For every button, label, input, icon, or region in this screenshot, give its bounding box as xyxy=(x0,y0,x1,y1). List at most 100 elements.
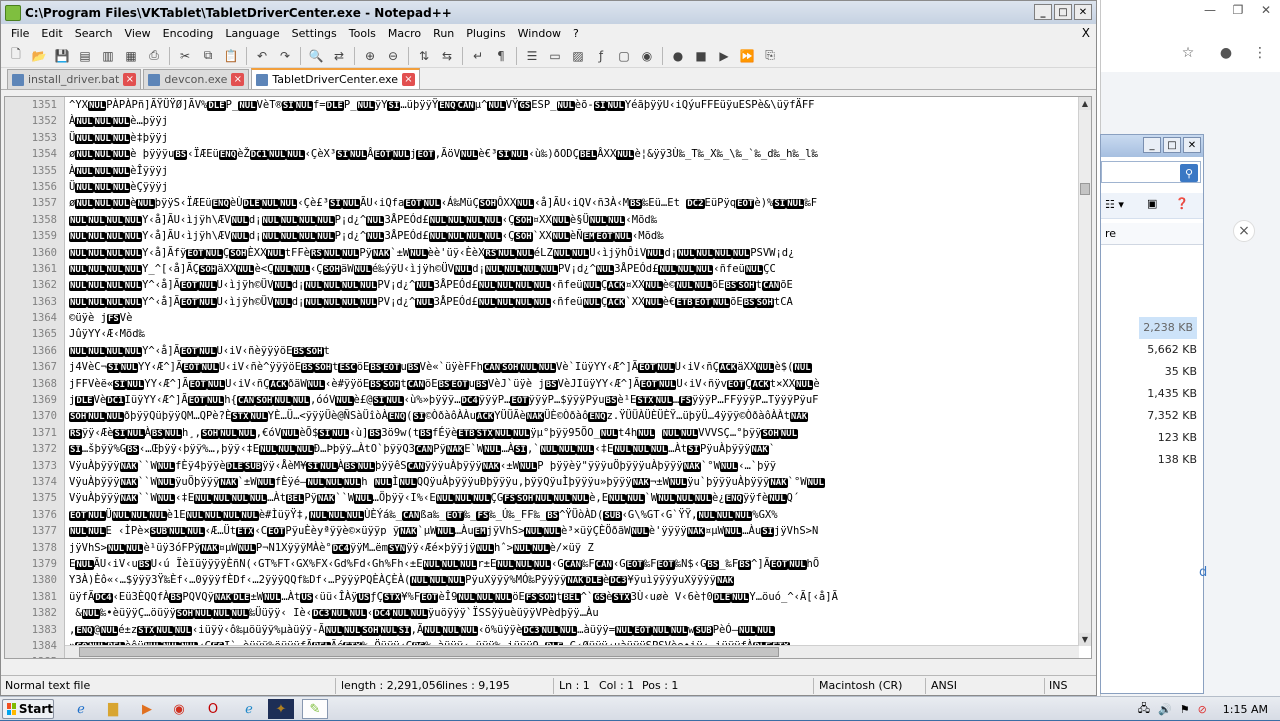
print-icon[interactable]: ⎙ xyxy=(143,46,165,66)
status-encoding[interactable]: ANSI xyxy=(931,679,957,692)
menu-macro[interactable]: Macro xyxy=(382,24,427,44)
editor-line[interactable]: 1362 NUL NUL NUL NULY^‹å]ÃEOT NULU‹ìjÿh©ÜVNUL… xyxy=(5,277,1080,293)
editor-line[interactable]: 1380 Y3À)Èô«‹…$ÿÿÿ3Ÿ‰Èf‹…0ÿÿÿfÈDf‹…2ÿÿÿQQ… xyxy=(5,572,1080,588)
explorer-search-input[interactable]: ⚲ xyxy=(1101,161,1201,183)
chrome-icon[interactable]: ◉ xyxy=(166,699,192,719)
search-icon[interactable]: ⚲ xyxy=(1180,164,1198,182)
menu-help[interactable]: ? xyxy=(567,24,585,44)
stop-macro-icon[interactable]: ■ xyxy=(690,46,712,66)
close-icon[interactable]: ✕ xyxy=(1183,137,1201,153)
text-editor[interactable]: 1351 ^YXNULPÀPÀPñ]ÃŸÜŸØ]ÃV%DLEP_NULVèT®SI… xyxy=(4,96,1092,659)
editor-line[interactable]: 1370 SOH NUL NULðþÿÿQüþÿÿQM…QPè?ÈSTX NULYÈ…Ü… xyxy=(5,408,1080,424)
link-fragment[interactable]: d xyxy=(1199,565,1207,580)
minimize-icon[interactable]: — xyxy=(1196,0,1224,20)
tablet-app-icon[interactable]: ✦ xyxy=(268,699,294,719)
open-file-icon[interactable]: 📂 xyxy=(28,46,50,66)
record-macro-icon[interactable]: ● xyxy=(667,46,689,66)
close-tab-icon[interactable]: × xyxy=(123,73,137,86)
editor-line[interactable]: 1373 VÿuÀþÿÿÿNAK``WNULfÈÿ4þÿÿèDLE SUBÿÿ‹Åè… xyxy=(5,458,1080,474)
menu-settings[interactable]: Settings xyxy=(286,24,343,44)
file-size[interactable]: 138 KB xyxy=(1139,449,1197,471)
help-icon[interactable]: ❓ xyxy=(1175,197,1189,210)
menu-file[interactable]: File xyxy=(5,24,35,44)
editor-line[interactable]: 1356 ÜNUL NUL NULèÇÿÿÿj xyxy=(5,179,1080,195)
new-file-icon[interactable]: 🗋 xyxy=(5,46,27,66)
menu-search[interactable]: Search xyxy=(69,24,119,44)
editor-line[interactable]: 1375 VÿuÀþÿÿÿNAK``WNUL‹‡ENUL NUL NUL NUL…ÀtB… xyxy=(5,490,1080,506)
maximize-icon[interactable]: □ xyxy=(1163,137,1181,153)
title-bar[interactable]: C:\Program Files\VKTablet\TabletDriverCe… xyxy=(1,1,1096,24)
editor-line[interactable]: 1352 ÀNUL NUL NULè…þÿÿj xyxy=(5,113,1080,129)
close-tab-icon[interactable]: × xyxy=(231,73,245,86)
preview-pane-icon[interactable]: ▣ xyxy=(1147,197,1157,210)
close-icon[interactable]: ✕ xyxy=(1252,0,1280,20)
user-language-icon[interactable]: ▭ xyxy=(544,46,566,66)
media-player-icon[interactable]: ▶ xyxy=(134,699,160,719)
more-menu-icon[interactable]: ⋮ xyxy=(1249,42,1271,64)
replace-icon[interactable]: ⇄ xyxy=(328,46,350,66)
warning-icon[interactable]: ⊘ xyxy=(1198,703,1207,716)
editor-line[interactable]: 1365 JûÿYY‹Æ‹Mõd‰ xyxy=(5,326,1080,342)
editor-line[interactable]: 1361 NUL NUL NUL NULY_^[‹å]ÃÇSOHäXXNULè<ÇNUL… xyxy=(5,261,1080,277)
save-icon[interactable]: 💾 xyxy=(51,46,73,66)
editor-line[interactable]: 1363 NUL NUL NUL NULY^‹å]ÃEOT NULU‹ìjÿh©ÜVNUL… xyxy=(5,294,1080,310)
find-icon[interactable]: 🔍 xyxy=(305,46,327,66)
menu-language[interactable]: Language xyxy=(219,24,285,44)
close-document-button[interactable]: X xyxy=(1082,26,1090,40)
tab-install-driver[interactable]: install_driver.bat × xyxy=(7,69,142,89)
zoom-in-icon[interactable]: ⊕ xyxy=(359,46,381,66)
editor-line[interactable]: 1358 NUL NUL NUL NULY‹å]ÃU‹ìjÿh\ÆVNULd¡NUL NU… xyxy=(5,212,1080,228)
undo-icon[interactable]: ↶ xyxy=(251,46,273,66)
editor-line[interactable]: 1374 VÿuÀþÿÿÿNAK``WNULÿuÖþÿÿÿNAK`±WNULfÈÿ… xyxy=(5,474,1080,490)
menu-edit[interactable]: Edit xyxy=(35,24,68,44)
file-size[interactable]: 35 KB xyxy=(1139,361,1197,383)
editor-line[interactable]: 1357 øNUL NUL NULèNULþÿÿS‹ÏÆEüENQèÙDLE NUL NU… xyxy=(5,195,1080,211)
menu-view[interactable]: View xyxy=(119,24,157,44)
edge-icon[interactable]: ℯ xyxy=(236,699,262,719)
editor-line[interactable]: 1383 ‚ENQ@NULé±zSTX NUL NUL‹iüÿÿ‹ô‰µöüÿÿ%µà… xyxy=(5,622,1080,638)
cut-icon[interactable]: ✂ xyxy=(174,46,196,66)
zoom-out-icon[interactable]: ⊖ xyxy=(382,46,404,66)
monitoring-icon[interactable]: ◉ xyxy=(636,46,658,66)
network-icon[interactable]: 🖧 xyxy=(1138,700,1150,719)
editor-line[interactable]: 1353 ÜNUL NUL NULè‡þÿÿj xyxy=(5,130,1080,146)
vertical-scrollbar[interactable]: ▲ ▼ xyxy=(1078,97,1091,646)
status-eol[interactable]: Macintosh (CR) xyxy=(819,679,902,692)
restore-icon[interactable]: ❐ xyxy=(1224,0,1252,20)
horizontal-scrollbar[interactable] xyxy=(65,645,1079,658)
menu-tools[interactable]: Tools xyxy=(343,24,382,44)
menu-run[interactable]: Run xyxy=(427,24,460,44)
account-icon[interactable]: ● xyxy=(1215,42,1237,64)
dismiss-icon[interactable]: × xyxy=(1233,220,1255,242)
document-map-icon[interactable]: ▨ xyxy=(567,46,589,66)
menu-window[interactable]: Window xyxy=(512,24,567,44)
editor-line[interactable]: 1382 &NUL‰•èüÿÿÇ…öüÿÿSOH NUL NUL NUL‰Üüÿÿ‹ … xyxy=(5,605,1080,621)
maximize-button[interactable]: □ xyxy=(1054,4,1072,20)
file-size[interactable]: 5,662 KB xyxy=(1139,339,1197,361)
tab-devcon[interactable]: devcon.exe × xyxy=(143,69,250,89)
sync-horizontal-icon[interactable]: ⇆ xyxy=(436,46,458,66)
editor-line[interactable]: 1377 NUL NULE ‹ÌPè×SUB NUL NUL‹Æ…ÜtETX‹CEOTP… xyxy=(5,523,1080,539)
file-explorer-icon[interactable]: ▇ xyxy=(100,699,126,719)
flag-icon[interactable]: ⚑ xyxy=(1180,703,1190,716)
close-all-icon[interactable]: ▦ xyxy=(120,46,142,66)
show-all-chars-icon[interactable]: ¶ xyxy=(490,46,512,66)
editor-line[interactable]: 1371 RSÿÿ‹ÆèSI NULÀBS NULh¸,SOH NUL NUL,€óVNU… xyxy=(5,425,1080,441)
star-icon[interactable]: ☆ xyxy=(1177,42,1199,64)
play-macro-icon[interactable]: ▶ xyxy=(713,46,735,66)
editor-line[interactable]: 1351 ^YXNULPÀPÀPñ]ÃŸÜŸØ]ÃV%DLEP_NULVèT®SI… xyxy=(5,97,1080,113)
scroll-down-icon[interactable]: ▼ xyxy=(1079,633,1091,646)
redo-icon[interactable]: ↷ xyxy=(274,46,296,66)
paste-icon[interactable]: 📋 xyxy=(220,46,242,66)
editor-line[interactable]: 1372 SI…šþÿÿ%GBS‹…Œþÿÿ‹þÿÿ%…,þÿÿ‹‡ENUL NUL… xyxy=(5,441,1080,457)
file-size[interactable]: 7,352 KB xyxy=(1139,405,1197,427)
opera-icon[interactable]: O xyxy=(200,699,226,719)
scroll-up-icon[interactable]: ▲ xyxy=(1079,97,1091,110)
view-options-icon[interactable]: ☷ ▾ xyxy=(1105,198,1124,211)
close-file-icon[interactable]: ▥ xyxy=(97,46,119,66)
word-wrap-icon[interactable]: ↵ xyxy=(467,46,489,66)
column-header[interactable]: re xyxy=(1101,223,1203,245)
editor-line[interactable]: 1381 üÿfÃDC4‹Eü3ÈQQfÀBSPQVQÿNAK DLE±WNUL…À… xyxy=(5,589,1080,605)
editor-line[interactable]: 1368 jFFVèë«SI NULYY‹Æ^]ÃEOT NULU‹iV‹ñÇACKð… xyxy=(5,376,1080,392)
editor-line[interactable]: 1369 jDLEVèDC1IüÿYY‹Æ^]ÃEOT NULh{CAN SOH NUL… xyxy=(5,392,1080,408)
